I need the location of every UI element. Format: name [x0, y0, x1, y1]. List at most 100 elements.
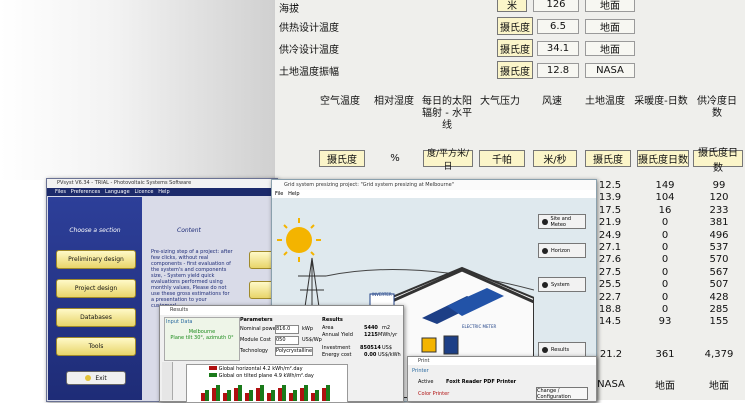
results-button[interactable]: Results — [538, 342, 586, 357]
tools-button[interactable]: Tools — [56, 337, 136, 356]
menu-file[interactable]: File — [275, 191, 283, 197]
input-data-head: Input Data — [166, 319, 193, 325]
annual-ground: 21.2 — [599, 348, 623, 360]
heating-dd-cell: 0 — [661, 291, 669, 303]
yield-label: Annual Yield — [322, 332, 353, 338]
color-printer-label: Color Printer — [418, 391, 450, 397]
unit-cell[interactable]: 米 — [497, 0, 527, 12]
cooling-dd-cell: 155 — [709, 316, 729, 328]
project-design-button[interactable]: Project design — [56, 279, 136, 298]
menu-help[interactable]: Help — [288, 191, 299, 197]
menu-licence[interactable]: Licence — [134, 189, 153, 195]
unit-earth-temp[interactable]: 摄氏度 — [585, 150, 631, 167]
header-heating-dd: 采暖度-日数 — [634, 96, 688, 107]
menu-language[interactable]: Language — [105, 189, 130, 195]
cooling-dd-cell: 381 — [709, 217, 729, 229]
unit-air-temp[interactable]: 摄氏度 — [319, 150, 365, 167]
unit-wind[interactable]: 米/秒 — [533, 150, 577, 167]
preliminary-design-button[interactable]: Preliminary design — [56, 250, 136, 269]
choose-section-label: Choose a section — [69, 227, 121, 234]
value-cell[interactable]: 12.8 — [537, 63, 579, 78]
unit-humidity: % — [390, 153, 400, 164]
databases-button[interactable]: Databases — [56, 308, 136, 327]
site-meteo-button[interactable]: Site and Meteo — [538, 214, 586, 229]
source-cell: 地面 — [585, 0, 635, 12]
technology-select[interactable]: Polycrystalline — [275, 347, 313, 356]
header-wind: 风速 — [542, 96, 562, 107]
exit-button[interactable]: Exit — [66, 371, 126, 385]
invest-unit: US$ — [382, 345, 393, 351]
earth-temp-cell: 27.6 — [598, 254, 622, 266]
change-configuration-button[interactable]: Change / Configuration — [536, 387, 588, 400]
heating-dd-cell: 149 — [655, 180, 675, 191]
energy-value: 0.00 — [364, 352, 377, 358]
cooling-dd-cell: 496 — [709, 229, 729, 241]
cooling-dd-cell: 537 — [709, 242, 729, 253]
earth-temp-cell: 21.9 — [598, 217, 622, 229]
results-chart: Global horizontal 4.2 kWh/m².day Global … — [186, 364, 348, 403]
legend-global-tilted: Global on tilted plane 4.9 kWh/m².day — [209, 373, 314, 379]
results-dialog: Results Input Data Melbourne Plane tilt … — [159, 305, 404, 403]
header-air-temp: 空气温度 — [320, 96, 360, 107]
cooling-dd-cell: 507 — [709, 279, 729, 291]
heating-dd-cell: 0 — [661, 266, 669, 278]
energy-label: Energy cost — [322, 352, 352, 358]
yield-value: 1215 — [364, 332, 378, 338]
source-cell: NASA — [585, 63, 635, 78]
heating-dd-cell: 93 — [658, 316, 672, 328]
heating-dd-cell: 0 — [661, 304, 669, 315]
monthly-bar — [205, 390, 209, 401]
unit-cell[interactable]: 摄氏度 — [497, 61, 533, 79]
unit-cooling-dd[interactable]: 摄氏度日数 — [693, 148, 743, 174]
annual-heating: 361 — [655, 348, 675, 360]
menu-files[interactable]: Files — [55, 189, 66, 195]
cooling-dd-cell: 233 — [709, 204, 729, 216]
earth-temp-cell: 27.5 — [598, 266, 622, 278]
unit-solar[interactable]: 度/平方米/日 — [423, 149, 473, 172]
row-label-cooling-design: 供冷设计温度 — [279, 45, 339, 56]
grid-menubar: File Help — [272, 190, 596, 198]
pvsyst-title: PVsyst V6.34 - TRIAL - Photovoltaic Syst… — [47, 179, 277, 188]
legend-swatch-green — [209, 373, 217, 377]
legend-global-horizontal: Global horizontal 4.2 kWh/m².day — [209, 366, 303, 372]
desktop-background — [0, 0, 280, 180]
nominal-power-label: Nominal power — [240, 326, 278, 332]
horizon-button[interactable]: Horizon — [538, 243, 586, 258]
results-toolbar[interactable] — [162, 362, 173, 400]
area-label: Area — [322, 325, 334, 331]
monthly-bar — [271, 390, 275, 401]
earth-temp-cell: 14.5 — [598, 316, 622, 328]
value-cell[interactable]: 34.1 — [537, 41, 579, 56]
invest-label: Investment — [322, 345, 351, 351]
cooling-dd-cell: 120 — [709, 192, 729, 204]
nominal-power-input[interactable]: 816.0 — [275, 325, 299, 334]
content-title: Content — [177, 227, 201, 234]
monthly-bar — [216, 385, 220, 401]
menu-preferences[interactable]: Preferences — [71, 189, 100, 195]
system-label: System — [551, 281, 570, 288]
value-cell[interactable]: 126 — [533, 0, 579, 12]
system-button[interactable]: System — [538, 277, 586, 292]
module-cost-label: Module Cost — [240, 337, 271, 343]
heating-dd-cell: 16 — [658, 204, 672, 216]
value-cell[interactable]: 6.5 — [537, 19, 579, 34]
earth-temp-cell: 27.1 — [598, 242, 622, 253]
results-label: Results — [551, 346, 570, 353]
energy-unit: US$/kWh — [378, 352, 401, 358]
unit-heating-dd[interactable]: 摄氏度日数 — [637, 150, 689, 167]
site-meteo-label: Site and Meteo — [550, 215, 572, 228]
module-cost-input[interactable]: 050 — [275, 336, 299, 345]
cooling-dd-cell: 567 — [709, 266, 729, 278]
dot-icon — [542, 247, 548, 254]
legend-label: Global horizontal 4.2 kWh/m².day — [218, 366, 303, 372]
heating-dd-cell: 0 — [661, 279, 669, 291]
area-value: 5440 — [364, 325, 378, 331]
unit-cell[interactable]: 摄氏度 — [497, 17, 533, 35]
unit-pressure[interactable]: 千帕 — [479, 150, 525, 167]
unit-cell[interactable]: 摄氏度 — [497, 39, 533, 57]
menu-help[interactable]: Help — [158, 189, 169, 195]
printer-head: Printer — [412, 368, 429, 374]
row-label-elevation: 海拔 — [279, 3, 299, 15]
earth-temp-cell: 17.5 — [598, 204, 622, 216]
annual-cooling: 4,379 — [704, 348, 734, 360]
